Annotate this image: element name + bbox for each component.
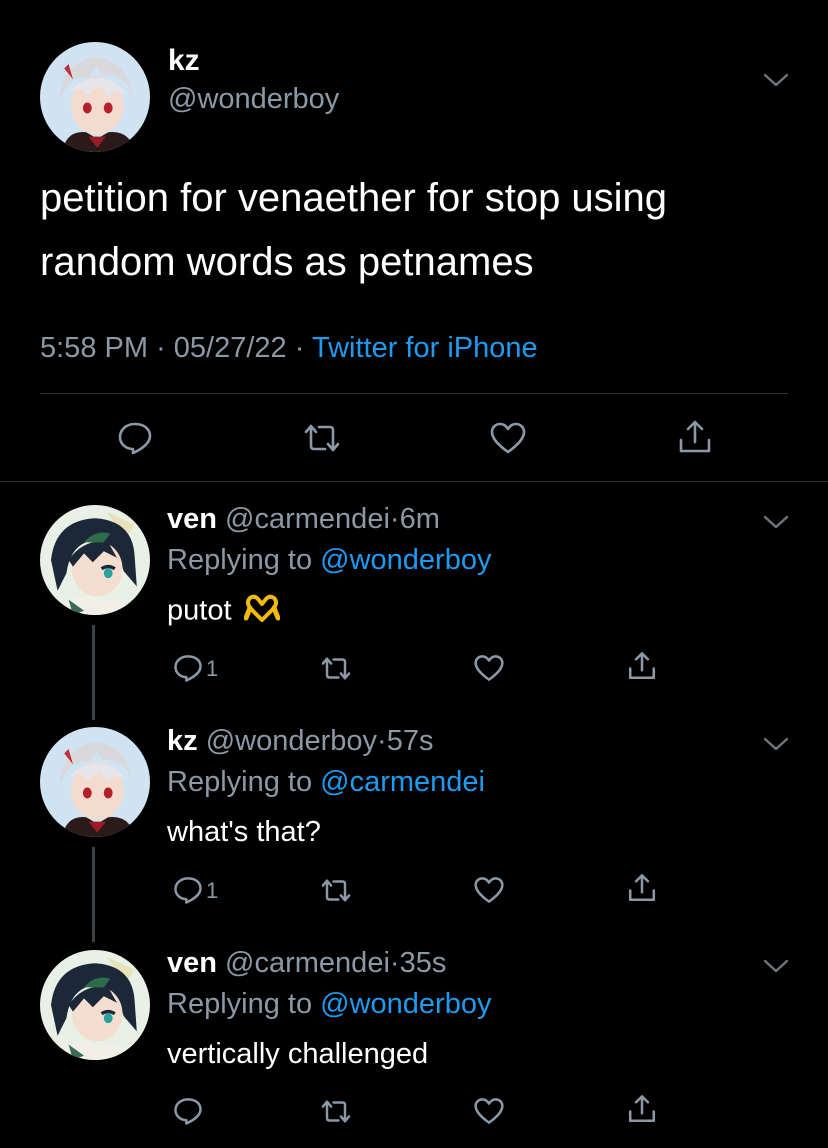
reply-icon [174, 1098, 202, 1125]
reply-author-name[interactable]: kz [167, 725, 198, 757]
heart-hands-icon [243, 594, 281, 622]
reply-header: ven @carmendei·6m [167, 503, 440, 536]
avatar-kz-image [40, 42, 150, 152]
meta-separator: · [156, 332, 166, 364]
thread-connector [92, 847, 95, 942]
like-button[interactable] [473, 875, 505, 905]
avatar-ven-image [40, 950, 150, 1060]
divider [40, 393, 788, 394]
reply-dot: · [389, 947, 400, 979]
retweet-button[interactable] [318, 1098, 354, 1125]
retweet-button[interactable] [318, 655, 354, 682]
share-button[interactable] [626, 1093, 658, 1125]
reply-text-body: putot [167, 594, 232, 627]
avatar-ven[interactable] [40, 505, 150, 615]
replying-to: Replying to @wonderboy [167, 544, 491, 577]
heart-hands-emoji [243, 594, 281, 630]
retweet-button[interactable] [318, 877, 354, 904]
reply-time: 57s [386, 725, 434, 757]
avatar-ven[interactable] [40, 950, 150, 1060]
heart-icon [474, 655, 504, 681]
divider [0, 481, 828, 482]
thread-connector [92, 625, 95, 720]
replying-to: Replying to @carmendei [167, 766, 485, 799]
reply-text: what's that? [167, 816, 321, 848]
reply-icon [174, 655, 202, 682]
replying-to-mention[interactable]: @wonderboy [320, 988, 491, 1020]
replying-to-mention[interactable]: @wonderboy [320, 544, 491, 576]
chevron-down-icon[interactable] [762, 514, 790, 530]
tweet-date: 05/27/22 [173, 332, 287, 364]
share-button[interactable] [626, 650, 658, 682]
reply-author-name[interactable]: ven [167, 947, 217, 979]
avatar-ven-image [40, 505, 150, 615]
heart-icon [490, 422, 526, 454]
retweet-icon [321, 879, 351, 902]
retweet-icon [304, 424, 340, 452]
reply-author-handle[interactable]: @carmendei [225, 503, 390, 535]
reply-text: putot [167, 594, 281, 630]
retweet-button[interactable] [300, 422, 344, 454]
reply-header: kz @wonderboy·57s [167, 725, 433, 758]
replying-to-label: Replying to [167, 988, 313, 1020]
reply-button[interactable] [172, 1096, 204, 1126]
tweet-source-link[interactable]: Twitter for iPhone [312, 332, 538, 364]
replying-to-label: Replying to [167, 544, 313, 576]
main-author-handle[interactable]: @wonderboy [168, 83, 339, 116]
chevron-down-icon[interactable] [762, 958, 790, 974]
share-button[interactable] [676, 418, 714, 456]
retweet-icon [321, 1100, 351, 1123]
reply-header: ven @carmendei·35s [167, 947, 446, 980]
retweet-icon [321, 657, 351, 680]
main-tweet-meta: 5:58 PM · 05/27/22 · Twitter for iPhone [40, 332, 538, 365]
share-icon [628, 1095, 656, 1123]
like-button[interactable] [473, 653, 505, 683]
chevron-down-icon[interactable] [762, 72, 790, 88]
share-button[interactable] [626, 872, 658, 904]
like-button[interactable] [473, 1096, 505, 1126]
reply-author-name[interactable]: ven [167, 503, 217, 535]
avatar-kz[interactable] [40, 727, 150, 837]
share-icon [628, 652, 656, 680]
replying-to-label: Replying to [167, 766, 313, 798]
main-author-name[interactable]: kz [168, 44, 200, 78]
reply-dot: · [389, 503, 400, 535]
main-tweet-text: petition for venaether for stop using ra… [40, 176, 668, 284]
avatar-kz-main[interactable] [40, 42, 150, 152]
meta-separator: · [294, 332, 305, 364]
reply-count: 1 [206, 878, 219, 903]
avatar-kz-image [40, 727, 150, 837]
like-button[interactable] [489, 420, 527, 456]
reply-text: vertically challenged [167, 1038, 429, 1070]
reply-count: 1 [206, 656, 219, 681]
heart-icon [474, 1098, 504, 1124]
reply-icon [174, 877, 202, 904]
reply-dot: · [377, 725, 387, 757]
reply-author-handle[interactable]: @wonderboy [206, 725, 377, 757]
reply-time: 35s [399, 947, 447, 979]
share-icon [628, 874, 656, 902]
share-icon [679, 420, 711, 453]
heart-icon [474, 877, 504, 903]
reply-icon [118, 422, 152, 455]
replying-to: Replying to @wonderboy [167, 988, 491, 1021]
reply-author-handle[interactable]: @carmendei [225, 947, 390, 979]
reply-time: 6m [399, 503, 440, 535]
reply-button[interactable] [116, 420, 154, 456]
replying-to-mention[interactable]: @carmendei [320, 766, 485, 798]
tweet-time: 5:58 PM [40, 332, 148, 364]
reply-button[interactable] [172, 653, 204, 683]
reply-button[interactable] [172, 875, 204, 905]
chevron-down-icon[interactable] [762, 736, 790, 752]
